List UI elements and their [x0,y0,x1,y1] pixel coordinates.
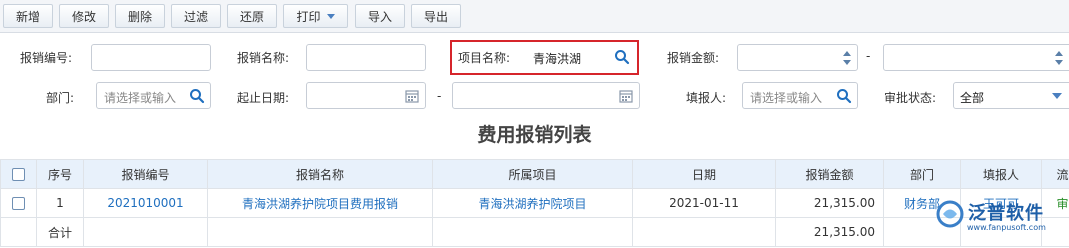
total-empty-cell [632,217,776,247]
start-date-input[interactable] [306,82,426,109]
header-date[interactable]: 日期 [632,159,776,189]
edit-button-label: 修改 [71,9,96,24]
amount-range-dash: - [866,49,871,63]
calendar-icon[interactable] [404,88,420,104]
header-reimb-no[interactable]: 报销编号 [83,159,208,189]
delete-button[interactable]: 删除 [115,4,165,28]
total-empty-cell [432,217,633,247]
approval-label: 审批状态: [884,91,937,105]
approval-select[interactable]: 全部 [953,82,1069,109]
reimbursement-table: 序号 报销编号 报销名称 所属项目 日期 报销金额 部门 填报人 流程状态 1 … [0,159,1069,247]
approval-value: 全部 [960,91,985,105]
table-header-row: 序号 报销编号 报销名称 所属项目 日期 报销金额 部门 填报人 流程状态 [0,159,1069,189]
header-dept[interactable]: 部门 [883,159,961,189]
logo-text: 泛普软件 [968,203,1044,224]
total-label: 合计 [36,217,84,247]
reimb-name-label: 报销名称: [237,51,290,65]
search-icon[interactable] [836,88,852,104]
search-icon[interactable] [189,88,205,104]
filler-input[interactable]: 请选择或输入 [742,82,858,109]
filter-button-label: 过滤 [183,9,208,24]
import-button[interactable]: 导入 [355,4,405,28]
reimb-no-label: 报销编号: [20,51,73,65]
header-project[interactable]: 所属项目 [432,159,633,189]
project-name-label: 项目名称: [458,51,511,65]
dept-placeholder: 请选择或输入 [104,91,177,105]
row-select-cell[interactable] [0,188,37,218]
total-row: 合计 21,315.00 [0,217,1069,247]
print-button[interactable]: 打印 [283,4,348,28]
logo-mark-icon [936,200,964,228]
spinner-icon[interactable] [1054,49,1064,67]
amount-min-input[interactable] [737,44,858,71]
add-button[interactable]: 新增 [3,4,53,28]
import-button-label: 导入 [367,9,392,24]
delete-button-label: 删除 [127,9,152,24]
logo-url: www.fanpusoft.com [967,223,1046,232]
header-status[interactable]: 流程状态 [1041,159,1069,189]
chevron-down-icon [1052,93,1062,99]
calendar-icon[interactable] [618,88,634,104]
filter-button[interactable]: 过滤 [171,4,221,28]
header-amount[interactable]: 报销金额 [775,159,884,189]
cell-amount: 21,315.00 [775,188,884,218]
end-date-input[interactable] [452,82,640,109]
spinner-icon[interactable] [842,49,852,67]
filler-placeholder: 请选择或输入 [750,91,823,105]
total-empty-cell [83,217,208,247]
dept-label: 部门: [46,91,75,105]
reimb-name-input[interactable] [306,44,426,71]
edit-button[interactable]: 修改 [59,4,109,28]
table-row[interactable]: 1 2021010001 青海洪湖养护院项目费用报销 青海洪湖养护院项目 202… [0,188,1069,218]
cell-reimb-name-link[interactable]: 青海洪湖养护院项目费用报销 [207,188,433,218]
filler-label: 填报人: [686,91,727,105]
toolbar: 新增 修改 删除 过滤 还原 打印 导入 导出 [0,0,1069,33]
cell-seq: 1 [36,188,84,218]
print-button-label: 打印 [296,9,321,24]
reimb-no-input[interactable] [91,44,211,71]
cell-reimb-no-link[interactable]: 2021010001 [83,188,208,218]
project-name-value: 青海洪湖 [533,52,582,66]
date-range-dash: - [437,89,442,103]
cell-project-link[interactable]: 青海洪湖养护院项目 [432,188,633,218]
total-amount: 21,315.00 [775,217,884,247]
list-title: 费用报销列表 [477,124,592,146]
total-empty-cell [0,217,37,247]
restore-button[interactable]: 还原 [227,4,277,28]
export-button-label: 导出 [423,9,448,24]
total-empty-cell [207,217,433,247]
header-seq: 序号 [36,159,84,189]
chevron-down-icon [326,13,335,19]
search-icon[interactable] [614,49,630,65]
restore-button-label: 还原 [239,9,264,24]
cell-date: 2021-01-11 [632,188,776,218]
project-name-input[interactable]: 青海洪湖 [527,44,635,71]
header-reimb-name[interactable]: 报销名称 [207,159,433,189]
add-button-label: 新增 [15,9,40,24]
dept-input[interactable]: 请选择或输入 [96,82,211,109]
select-all-checkbox[interactable] [12,168,25,181]
fanpusoft-logo: 泛普软件 www.fanpusoft.com [935,197,1061,237]
header-filler[interactable]: 填报人 [960,159,1042,189]
amount-max-input[interactable] [883,44,1069,71]
row-checkbox[interactable] [12,197,25,210]
amount-label: 报销金额: [667,51,720,65]
select-all-cell[interactable] [0,159,37,189]
export-button[interactable]: 导出 [411,4,461,28]
date-label: 起止日期: [237,91,290,105]
